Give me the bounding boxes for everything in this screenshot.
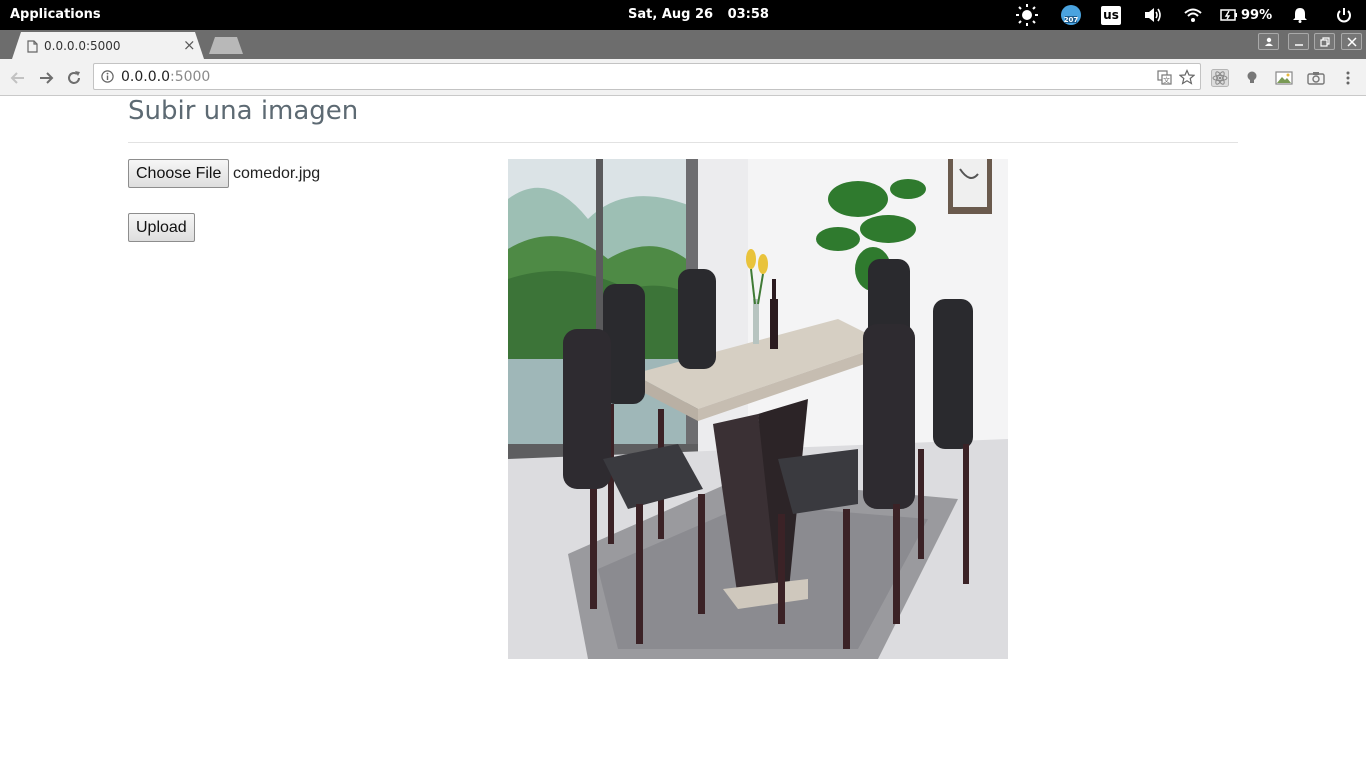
new-tab-button[interactable]: [209, 37, 243, 54]
document-icon: [27, 40, 38, 53]
selected-file-name: comedor.jpg: [233, 165, 321, 182]
extension-image-button[interactable]: [1273, 67, 1295, 89]
clock-time: 03:58: [727, 7, 769, 22]
battery-percentage: 99%: [1241, 7, 1273, 23]
keyboard-layout-label: us: [1101, 5, 1121, 25]
uploaded-image-preview: [508, 159, 1008, 659]
back-button[interactable]: [7, 67, 29, 89]
system-panel: Applications Sat, Aug 26 03:58 207 us 99…: [0, 0, 1366, 30]
reload-button[interactable]: [63, 67, 85, 89]
clock[interactable]: Sat, Aug 26 03:58: [628, 7, 779, 22]
choose-file-button[interactable]: Choose File: [128, 159, 230, 188]
react-icon: [1211, 69, 1229, 87]
calendar-notification-icon[interactable]: 207: [1058, 0, 1084, 30]
restore-icon: [1319, 36, 1330, 47]
kebab-menu-icon: [1346, 71, 1350, 85]
address-bar[interactable]: 0.0.0.0:5000 文: [93, 63, 1201, 90]
clock-date: Sat, Aug 26: [628, 7, 714, 22]
power-icon[interactable]: [1333, 0, 1355, 30]
lightbulb-icon: [1247, 71, 1257, 83]
wifi-icon[interactable]: [1181, 0, 1205, 30]
arrow-left-icon: [10, 72, 24, 84]
tab-close-icon[interactable]: ×: [183, 36, 196, 54]
page-content: Subir una imagen Choose File comedor.jpg…: [0, 96, 1366, 768]
notifications-bell-icon[interactable]: [1289, 0, 1311, 30]
close-window-button[interactable]: [1341, 33, 1362, 50]
browser-tab[interactable]: 0.0.0.0:5000 ×: [12, 32, 204, 59]
tab-strip: 0.0.0.0:5000 ×: [0, 30, 1366, 59]
battery-icon[interactable]: [1219, 0, 1239, 30]
tab-title: 0.0.0.0:5000: [44, 39, 121, 53]
applications-menu[interactable]: Applications: [10, 7, 101, 22]
profile-button[interactable]: [1258, 33, 1279, 50]
extension-react-button[interactable]: [1209, 67, 1231, 89]
keyboard-layout-indicator[interactable]: us: [1100, 0, 1122, 30]
arrow-right-icon: [40, 72, 54, 84]
calendar-badge-count: 207: [1064, 16, 1079, 24]
extension-bulb-button[interactable]: [1241, 67, 1263, 89]
minimize-icon: [1294, 43, 1303, 46]
browser-toolbar: 0.0.0.0:5000 文: [0, 59, 1366, 96]
minimize-button[interactable]: [1288, 33, 1309, 50]
camera-icon: [1307, 72, 1325, 85]
restore-button[interactable]: [1314, 33, 1335, 50]
forward-button[interactable]: [35, 67, 57, 89]
image-icon: [1275, 71, 1293, 85]
url-host: 0.0.0.0: [121, 69, 170, 85]
dining-room-photo: [508, 159, 1008, 659]
menu-button[interactable]: [1337, 67, 1359, 89]
bookmark-star-icon[interactable]: [1179, 69, 1195, 85]
volume-icon[interactable]: [1141, 0, 1165, 30]
svg-text:文: 文: [1163, 76, 1170, 85]
page-title: Subir una imagen: [128, 96, 359, 126]
brightness-icon[interactable]: [1013, 0, 1041, 30]
url-port: :5000: [169, 69, 211, 85]
upload-button[interactable]: Upload: [128, 213, 195, 242]
reload-icon: [68, 71, 80, 84]
close-icon: [1346, 36, 1357, 47]
extension-screenshot-button[interactable]: [1305, 67, 1327, 89]
info-icon[interactable]: [101, 70, 114, 83]
user-icon: [1264, 37, 1273, 46]
heading-divider: [128, 142, 1238, 143]
url-text: 0.0.0.0:5000: [121, 69, 210, 85]
translate-icon[interactable]: 文: [1157, 70, 1172, 85]
